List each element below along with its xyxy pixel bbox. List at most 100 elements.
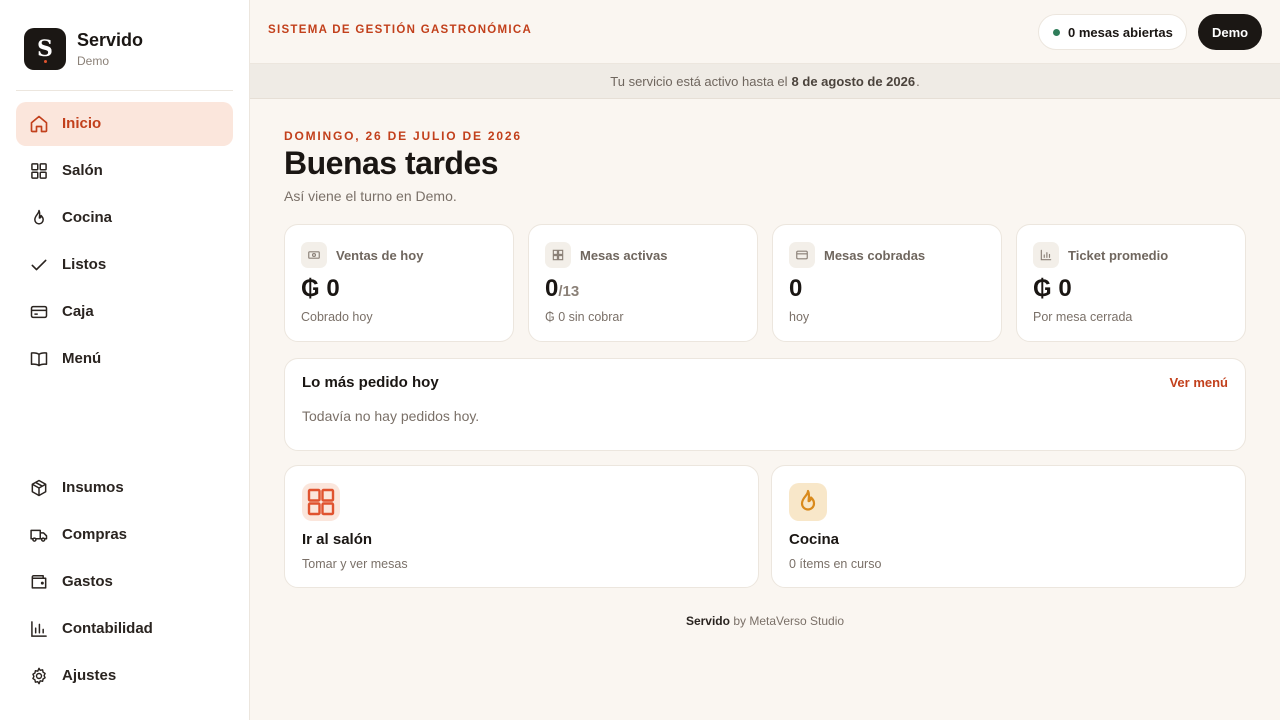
- check-icon: [31, 259, 47, 271]
- card-icon: [30, 305, 48, 319]
- flame-icon: [34, 209, 44, 225]
- current-date: DOMINGO, 26 DE JULIO DE 2026: [284, 129, 522, 143]
- sidebar-item-label: Salón: [62, 162, 103, 179]
- footer-credit: Servido by MetaVerso Studio: [250, 614, 1280, 628]
- stat-note: Por mesa cerrada: [1033, 310, 1133, 324]
- popular-items-card: Lo más pedido hoy Ver menú Todavía no ha…: [284, 358, 1246, 451]
- book-icon: [30, 352, 48, 367]
- stat-icon-box: [301, 242, 327, 268]
- banner-suffix: .: [916, 73, 920, 89]
- banner-text: Tu servicio está activo hasta el: [610, 73, 788, 89]
- brand-subtitle: Demo: [77, 54, 110, 68]
- stat-label: Ventas de hoy: [336, 247, 424, 263]
- card-icon: [796, 250, 808, 260]
- stat-note: ₲ 0 sin cobrar: [545, 310, 624, 324]
- sidebar-item-listos[interactable]: Listos: [16, 243, 233, 287]
- sidebar-item-label: Contabilidad: [62, 620, 153, 637]
- stat-card-sales: Ventas de hoy ₲ 0 Cobrado hoy: [284, 224, 514, 342]
- system-title: SISTEMA DE GESTIÓN GASTRONÓMICA: [268, 24, 533, 36]
- sidebar-item-ajustes[interactable]: Ajustes: [16, 654, 233, 698]
- sidebar-item-label: Listos: [62, 256, 107, 273]
- stat-header: Ticket promedio: [1033, 242, 1168, 268]
- stat-value: 0: [789, 275, 803, 302]
- brand-divider: [16, 90, 233, 91]
- sidebar-item-contabilidad[interactable]: Contabilidad: [16, 607, 233, 651]
- popular-items-empty: Todavía no hay pedidos hoy.: [302, 408, 480, 424]
- salon-icon-box: [302, 483, 340, 521]
- sidebar-item-gastos[interactable]: Gastos: [16, 560, 233, 604]
- sidebar-nav-admin: Insumos Compras Gastos Contabilidad Ajus…: [16, 466, 233, 701]
- top-header: SISTEMA DE GESTIÓN GASTRONÓMICA 0 mesas …: [250, 0, 1280, 64]
- sidebar-item-menu[interactable]: Menú: [16, 337, 233, 381]
- stat-card-active-tables: Mesas activas 0/13 ₲ 0 sin cobrar: [528, 224, 758, 342]
- kitchen-icon-box: [789, 483, 827, 521]
- stat-value: ₲ 0: [1033, 275, 1072, 302]
- sidebar: S Servido Demo Inicio Salón Cocina Listo…: [0, 0, 250, 720]
- footer-brand: Servido: [685, 614, 730, 628]
- grid-icon: [31, 163, 47, 179]
- user-menu-button[interactable]: Demo: [1198, 14, 1263, 50]
- stat-note: hoy: [789, 310, 810, 324]
- footer-by: by MetaVerso Studio: [733, 614, 845, 628]
- stat-label: Mesas cobradas: [824, 247, 926, 263]
- brand-logo-dot: [44, 60, 47, 63]
- sidebar-item-inicio[interactable]: Inicio: [16, 102, 233, 146]
- brand-name: Servido: [77, 30, 144, 50]
- cash-icon: [308, 251, 320, 259]
- brand-logo-initial: S: [37, 36, 53, 62]
- status-dot: [1053, 28, 1060, 36]
- stat-note: Cobrado hoy: [301, 310, 373, 324]
- stat-header: Ventas de hoy: [301, 242, 423, 268]
- open-tables-label: 0 mesas abiertas: [1068, 24, 1173, 40]
- sidebar-item-label: Inicio: [62, 115, 102, 132]
- truck-icon: [30, 529, 48, 542]
- grid-icon: [552, 249, 564, 261]
- home-icon: [30, 115, 48, 133]
- box-icon: [31, 479, 47, 497]
- flame-icon: [800, 489, 816, 511]
- sidebar-item-salon[interactable]: Salón: [16, 149, 233, 193]
- sidebar-item-label: Menú: [62, 350, 102, 367]
- sidebar-item-insumos[interactable]: Insumos: [16, 466, 233, 510]
- stat-label: Mesas activas: [580, 247, 668, 263]
- sidebar-item-caja[interactable]: Caja: [16, 290, 233, 334]
- brand[interactable]: S Servido Demo: [24, 28, 143, 70]
- stat-icon-box: [1033, 242, 1059, 268]
- sidebar-item-label: Insumos: [62, 479, 124, 496]
- page-title: Buenas tardes: [284, 145, 499, 181]
- kitchen-card-title: Cocina: [789, 531, 840, 548]
- stat-value-number: 0: [545, 275, 559, 302]
- page-subtitle: Así viene el turno en Demo.: [284, 188, 457, 204]
- sidebar-nav-main: Inicio Salón Cocina Listos Caja Menú: [16, 102, 233, 384]
- sidebar-item-label: Caja: [62, 303, 94, 320]
- popular-items-title: Lo más pedido hoy: [302, 374, 439, 391]
- banner-date: 8 de agosto de 2026: [791, 73, 916, 89]
- stat-icon-box: [789, 242, 815, 268]
- kitchen-card-note: 0 ítems en curso: [789, 557, 882, 571]
- brand-logo: S: [24, 28, 66, 70]
- view-menu-link[interactable]: Ver menú: [1169, 375, 1228, 390]
- go-to-kitchen-card[interactable]: Cocina 0 ítems en curso: [771, 465, 1246, 588]
- bar-chart-icon: [1040, 249, 1052, 261]
- salon-card-title: Ir al salón: [302, 531, 373, 548]
- stat-label: Ticket promedio: [1068, 247, 1169, 263]
- stat-value: 0/13: [545, 275, 579, 303]
- brand-text: Servido Demo: [77, 29, 143, 69]
- stat-card-avg-ticket: Ticket promedio ₲ 0 Por mesa cerrada: [1016, 224, 1246, 342]
- service-banner: Tu servicio está activo hasta el 8 de ag…: [250, 64, 1280, 99]
- sidebar-item-compras[interactable]: Compras: [16, 513, 233, 557]
- open-tables-badge[interactable]: 0 mesas abiertas: [1038, 14, 1187, 50]
- stat-value: ₲ 0: [301, 275, 340, 302]
- sidebar-item-label: Cocina: [62, 209, 113, 226]
- stat-icon-box: [545, 242, 571, 268]
- salon-card-note: Tomar y ver mesas: [302, 557, 408, 571]
- stat-header: Mesas activas: [545, 242, 667, 268]
- grid-icon: [307, 488, 335, 516]
- stat-header: Mesas cobradas: [789, 242, 925, 268]
- go-to-salon-card[interactable]: Ir al salón Tomar y ver mesas: [284, 465, 759, 588]
- wallet-icon: [31, 575, 47, 589]
- bar-chart-icon: [31, 621, 47, 637]
- stat-value-total: /13: [558, 283, 580, 300]
- gear-icon: [32, 667, 46, 685]
- sidebar-item-cocina[interactable]: Cocina: [16, 196, 233, 240]
